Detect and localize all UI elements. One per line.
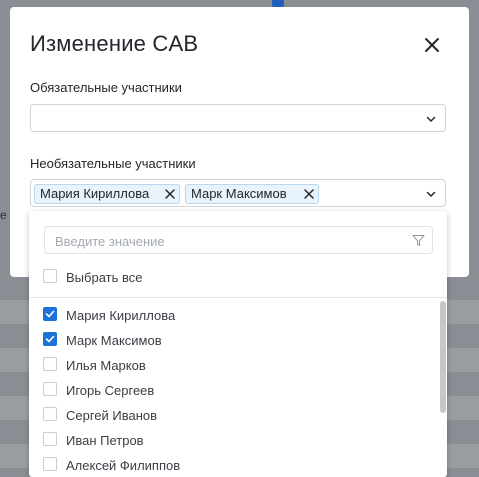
search-input[interactable] bbox=[53, 231, 397, 251]
close-button[interactable] bbox=[421, 34, 443, 56]
required-participants-select[interactable] bbox=[30, 104, 446, 132]
close-icon bbox=[425, 38, 439, 52]
participant-option[interactable]: Мария Кириллова bbox=[29, 302, 439, 327]
option-checkbox[interactable] bbox=[43, 432, 57, 446]
participant-option[interactable]: Сергей Иванов bbox=[29, 402, 439, 427]
background-text: е bbox=[0, 208, 7, 222]
participant-option[interactable]: Иван Петров bbox=[29, 427, 439, 452]
optional-participants-select[interactable]: Мария Кириллова Марк Максимов bbox=[30, 179, 446, 207]
option-label: Алексей Филиппов bbox=[66, 458, 181, 473]
required-participants-label: Обязательные участники bbox=[30, 80, 182, 95]
scrollbar-thumb[interactable] bbox=[440, 301, 446, 413]
dialog-title: Изменение CAB bbox=[30, 31, 199, 56]
filter-icon bbox=[412, 235, 425, 246]
participant-option[interactable]: Игорь Сергеев bbox=[29, 377, 439, 402]
select-all-option[interactable]: Выбрать все bbox=[29, 264, 439, 289]
option-label: Мария Кириллова bbox=[66, 308, 176, 323]
option-label: Иван Петров bbox=[66, 433, 144, 448]
select-all-checkbox[interactable] bbox=[43, 269, 57, 283]
chevron-down-icon[interactable] bbox=[425, 188, 437, 200]
close-small-icon[interactable] bbox=[304, 189, 314, 199]
select-all-label: Выбрать все bbox=[66, 270, 143, 285]
participant-option[interactable]: Илья Марков bbox=[29, 352, 439, 377]
option-label: Игорь Сергеев bbox=[66, 383, 155, 398]
background-tab-indicator bbox=[272, 0, 284, 7]
participant-chip: Марк Максимов bbox=[185, 184, 319, 204]
search-field[interactable] bbox=[44, 226, 433, 254]
participant-option[interactable]: Марк Максимов bbox=[29, 327, 439, 352]
option-checkbox[interactable] bbox=[43, 357, 57, 371]
close-small-icon[interactable] bbox=[165, 189, 175, 199]
chip-label: Мария Кириллова bbox=[40, 186, 150, 201]
participant-option[interactable]: Алексей Филиппов bbox=[29, 452, 439, 477]
option-label: Илья Марков bbox=[66, 358, 146, 373]
option-checkbox[interactable] bbox=[43, 457, 57, 471]
option-checkbox[interactable] bbox=[43, 307, 57, 321]
divider bbox=[29, 297, 447, 298]
optional-participants-label: Необязательные участники bbox=[30, 156, 196, 171]
option-checkbox[interactable] bbox=[43, 407, 57, 421]
option-label: Сергей Иванов bbox=[66, 408, 158, 423]
check-icon bbox=[45, 310, 55, 318]
check-icon bbox=[45, 335, 55, 343]
participants-dropdown: Выбрать все Мария Кириллова Марк Максимов… bbox=[29, 211, 447, 477]
participant-chip: Мария Кириллова bbox=[34, 184, 180, 204]
chip-label: Марк Максимов bbox=[191, 186, 287, 201]
option-checkbox[interactable] bbox=[43, 332, 57, 346]
option-label: Марк Максимов bbox=[66, 333, 162, 348]
chevron-down-icon bbox=[426, 116, 436, 123]
option-checkbox[interactable] bbox=[43, 382, 57, 396]
